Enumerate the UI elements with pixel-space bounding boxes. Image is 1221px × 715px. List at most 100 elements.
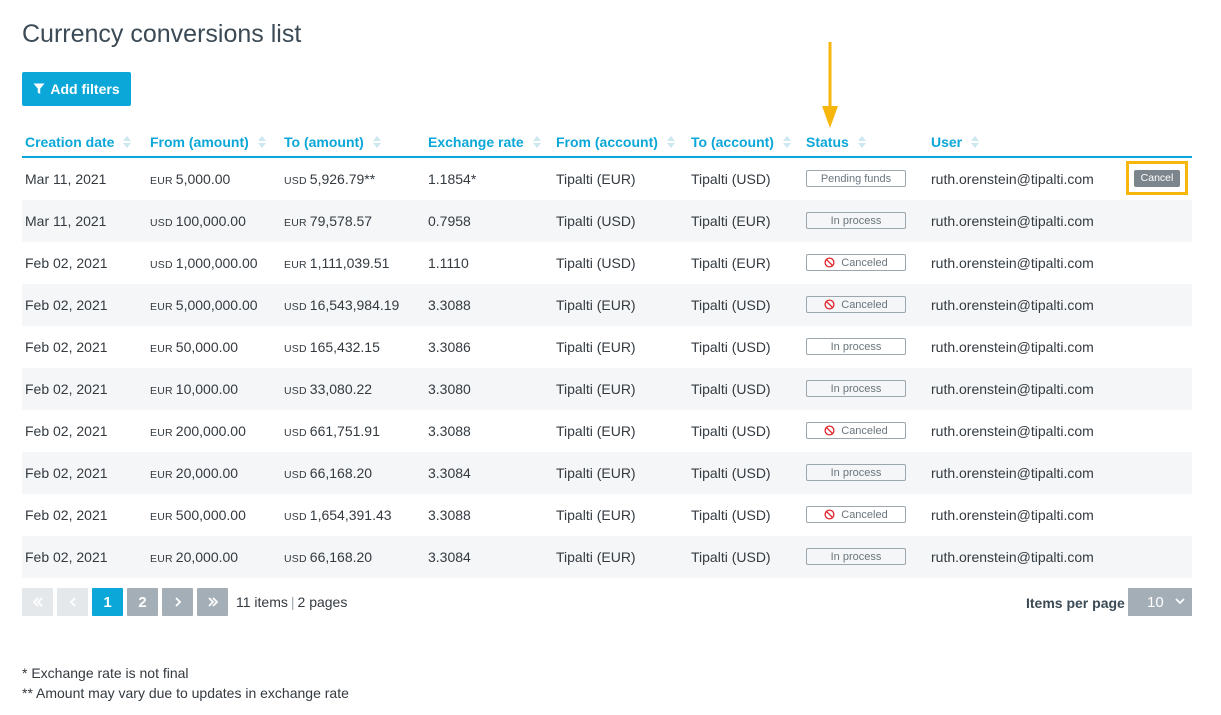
add-filters-label: Add filters [50,81,120,97]
column-header-to-account[interactable]: To (account) [691,134,793,150]
to-amount-cell: EUR 1,111,039.51 [284,255,389,271]
no-entry-icon [824,299,835,310]
user-cell: ruth.orenstein@tipalti.com [931,213,1094,229]
table-row: Feb 02, 2021 EUR 50,000.00 USD 165,432.15 3.3… [22,326,1192,368]
status-badge: In process [806,380,906,397]
currency-code: EUR [150,343,173,355]
column-header-exchange-rate[interactable]: Exchange rate [428,134,543,150]
sort-icon [782,136,791,148]
to-amount-cell: USD 661,751.91 [284,423,380,439]
currency-code: USD [284,175,307,187]
currency-code: USD [150,259,173,271]
amount-value: 66,168.20 [309,549,373,565]
items-per-page-select[interactable]: 10 [1128,588,1192,616]
amount-value: 20,000.00 [175,549,239,565]
to-account-cell: Tipalti (USD) [691,465,771,481]
column-header-label: From (amount) [150,134,249,150]
column-header-label: Creation date [25,134,115,150]
creation-date-cell: Feb 02, 2021 [25,423,108,439]
currency-code: EUR [150,301,173,313]
user-cell: ruth.orenstein@tipalti.com [931,465,1094,481]
to-amount-cell: USD 165,432.15 [284,339,380,355]
last-page-button[interactable] [197,588,228,616]
exchange-rate-cell: 3.3084 [428,549,471,565]
column-header-user[interactable]: User [931,134,981,150]
to-account-cell: Tipalti (USD) [691,171,771,187]
from-account-cell: Tipalti (EUR) [556,381,636,397]
exchange-rate-cell: 3.3088 [428,423,471,439]
double-chevron-right-icon [207,597,218,607]
table-row: Feb 02, 2021 EUR 5,000,000.00 USD 16,543,984… [22,284,1192,326]
prev-page-button[interactable] [57,588,88,616]
double-chevron-left-icon [32,597,43,607]
status-badge: Canceled [806,254,906,271]
status-badge: In process [806,212,906,229]
from-amount-cell: EUR 20,000.00 [150,465,238,481]
amount-value: 33,080.22 [309,381,373,397]
from-amount-cell: EUR 5,000,000.00 [150,297,258,313]
first-page-button[interactable] [22,588,53,616]
column-header-label: To (amount) [284,134,364,150]
amount-value: 16,543,984.19 [309,297,400,313]
to-amount-cell: USD 5,926.79** [284,171,375,187]
status-label: Canceled [841,508,888,521]
currency-code: EUR [284,217,307,229]
user-cell: ruth.orenstein@tipalti.com [931,255,1094,271]
status-label: In process [830,550,882,563]
cancel-button[interactable]: Cancel [1134,169,1180,187]
amount-value: 50,000.00 [175,339,239,355]
down-arrow-annotation-icon [822,42,838,128]
exchange-rate-cell: 1.1110 [428,255,469,271]
exchange-rate-cell: 3.3080 [428,381,471,397]
chevron-left-icon [69,597,76,607]
column-header-from-amount[interactable]: From (amount) [150,134,268,150]
status-badge: Pending funds [806,170,906,187]
column-header-label: Exchange rate [428,134,524,150]
pages-count: 2 pages [297,594,348,610]
amount-value: 1,654,391.43 [309,507,392,523]
footnote-amount: ** Amount may vary due to updates in exc… [22,685,349,701]
footnote-exchange-rate: * Exchange rate is not final [22,665,189,681]
to-account-cell: Tipalti (USD) [691,423,771,439]
column-header-creation-date[interactable]: Creation date [25,134,133,150]
to-amount-cell: USD 1,654,391.43 [284,507,392,523]
amount-value: 1,111,039.51 [309,255,390,271]
from-amount-cell: EUR 20,000.00 [150,549,238,565]
column-header-from-account[interactable]: From (account) [556,134,677,150]
items-per-page-value: 10 [1147,593,1164,611]
table-row: Feb 02, 2021 EUR 10,000.00 USD 33,080.22 3.30… [22,368,1192,410]
exchange-rate-cell: 0.7958 [428,213,471,229]
user-cell: ruth.orenstein@tipalti.com [931,297,1094,313]
user-cell: ruth.orenstein@tipalti.com [931,381,1094,397]
next-page-button[interactable] [162,588,193,616]
amount-value: 200,000.00 [175,423,246,439]
column-header-status[interactable]: Status [806,134,868,150]
sort-icon [971,136,980,148]
add-filters-button[interactable]: Add filters [22,72,131,106]
page-1-button[interactable]: 1 [92,588,123,616]
status-label: In process [830,340,882,353]
amount-value: 661,751.91 [309,423,380,439]
items-count: 11 items [236,594,288,610]
to-account-cell: Tipalti (EUR) [691,255,771,271]
creation-date-cell: Feb 02, 2021 [25,339,108,355]
amount-value: 5,926.79** [309,171,376,187]
cancel-highlight: Cancel [1126,161,1188,195]
amount-value: 1,000,000.00 [175,255,258,271]
currency-code: EUR [150,427,173,439]
to-account-cell: Tipalti (USD) [691,339,771,355]
exchange-rate-cell: 1.1854* [428,171,477,187]
currency-code: EUR [150,385,173,397]
exchange-rate-cell: 3.3086 [428,339,471,355]
pager-divider: | [290,594,295,610]
page-2-button[interactable]: 2 [127,588,158,616]
status-label: Pending funds [820,172,892,185]
creation-date-cell: Mar 11, 2021 [25,213,107,229]
chevron-down-icon [1175,598,1185,605]
currency-code: USD [284,553,307,565]
currency-code: EUR [284,259,307,271]
table-header: Creation date From (amount) To (amount) Exc… [22,128,1192,158]
column-header-to-amount[interactable]: To (amount) [284,134,383,150]
status-badge: Canceled [806,422,906,439]
to-account-cell: Tipalti (USD) [691,297,771,313]
